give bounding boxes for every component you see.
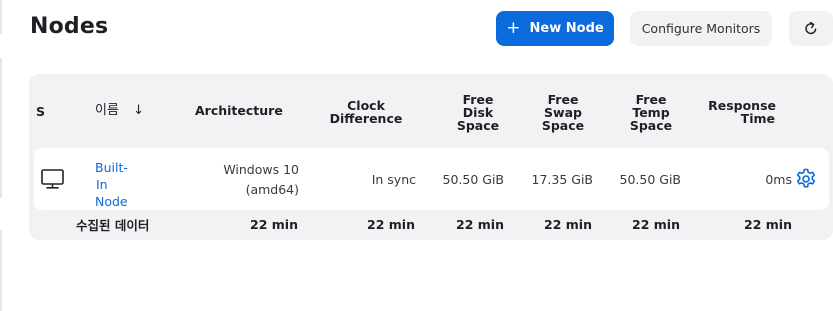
column-header-line: Time — [740, 111, 775, 126]
architecture-cell: Windows 10 (amd64) — [200, 160, 299, 200]
column-header-response-time[interactable]: Response Time — [700, 99, 776, 125]
refresh-button[interactable] — [789, 11, 833, 46]
configure-monitors-label: Configure Monitors — [641, 21, 761, 36]
response-time-cell: 0ms — [765, 172, 792, 187]
left-panel-edge — [0, 0, 3, 311]
footer-clock-difference: 22 min — [367, 217, 415, 232]
node-name-link[interactable]: Built- In Node — [95, 159, 128, 210]
free-temp-space-cell: 50.50 GiB — [619, 172, 682, 187]
new-node-label: New Node — [529, 21, 604, 36]
architecture-line: Windows 10 — [223, 162, 299, 177]
column-header-name[interactable]: 이름 ↓ — [95, 104, 144, 117]
column-header-free-swap-space[interactable]: Free Swap Space — [533, 93, 593, 132]
footer-label: 수집된 데이터 — [76, 218, 150, 233]
column-header-architecture[interactable]: Architecture — [195, 104, 283, 117]
footer-response-time: 22 min — [744, 217, 792, 232]
footer-free-temp-space: 22 min — [632, 217, 680, 232]
column-header-line: Space — [629, 118, 673, 133]
node-name-line: Node — [95, 194, 128, 209]
computer-icon — [41, 169, 64, 189]
footer-free-disk-space: 22 min — [456, 217, 504, 232]
column-header-name-label: 이름 — [95, 103, 119, 118]
gear-icon[interactable] — [795, 168, 817, 190]
column-header-line: Space — [456, 118, 500, 133]
plus-icon: + — [506, 18, 521, 38]
footer-free-swap-space: 22 min — [544, 217, 592, 232]
configure-monitors-button[interactable]: Configure Monitors — [630, 11, 772, 46]
column-header-status[interactable]: S — [36, 105, 45, 118]
column-header-clock-difference[interactable]: Clock Difference — [326, 99, 406, 125]
clock-difference-cell: In sync — [371, 172, 416, 187]
node-name-line: In — [96, 177, 108, 192]
column-header-line: Space — [541, 118, 585, 133]
sort-arrow-icon: ↓ — [133, 103, 144, 118]
refresh-icon — [805, 21, 817, 35]
free-swap-space-cell: 17.35 GiB — [531, 172, 594, 187]
column-header-free-disk-space[interactable]: Free Disk Space — [448, 93, 508, 132]
free-disk-space-cell: 50.50 GiB — [442, 172, 505, 187]
node-name-line: Built- — [95, 160, 128, 175]
column-header-line: Difference — [329, 111, 403, 126]
architecture-line: (amd64) — [245, 182, 299, 197]
new-node-button[interactable]: + New Node — [496, 11, 614, 46]
footer-architecture: 22 min — [250, 217, 298, 232]
page-title: Nodes — [30, 14, 109, 39]
column-header-free-temp-space[interactable]: Free Temp Space — [621, 93, 681, 132]
